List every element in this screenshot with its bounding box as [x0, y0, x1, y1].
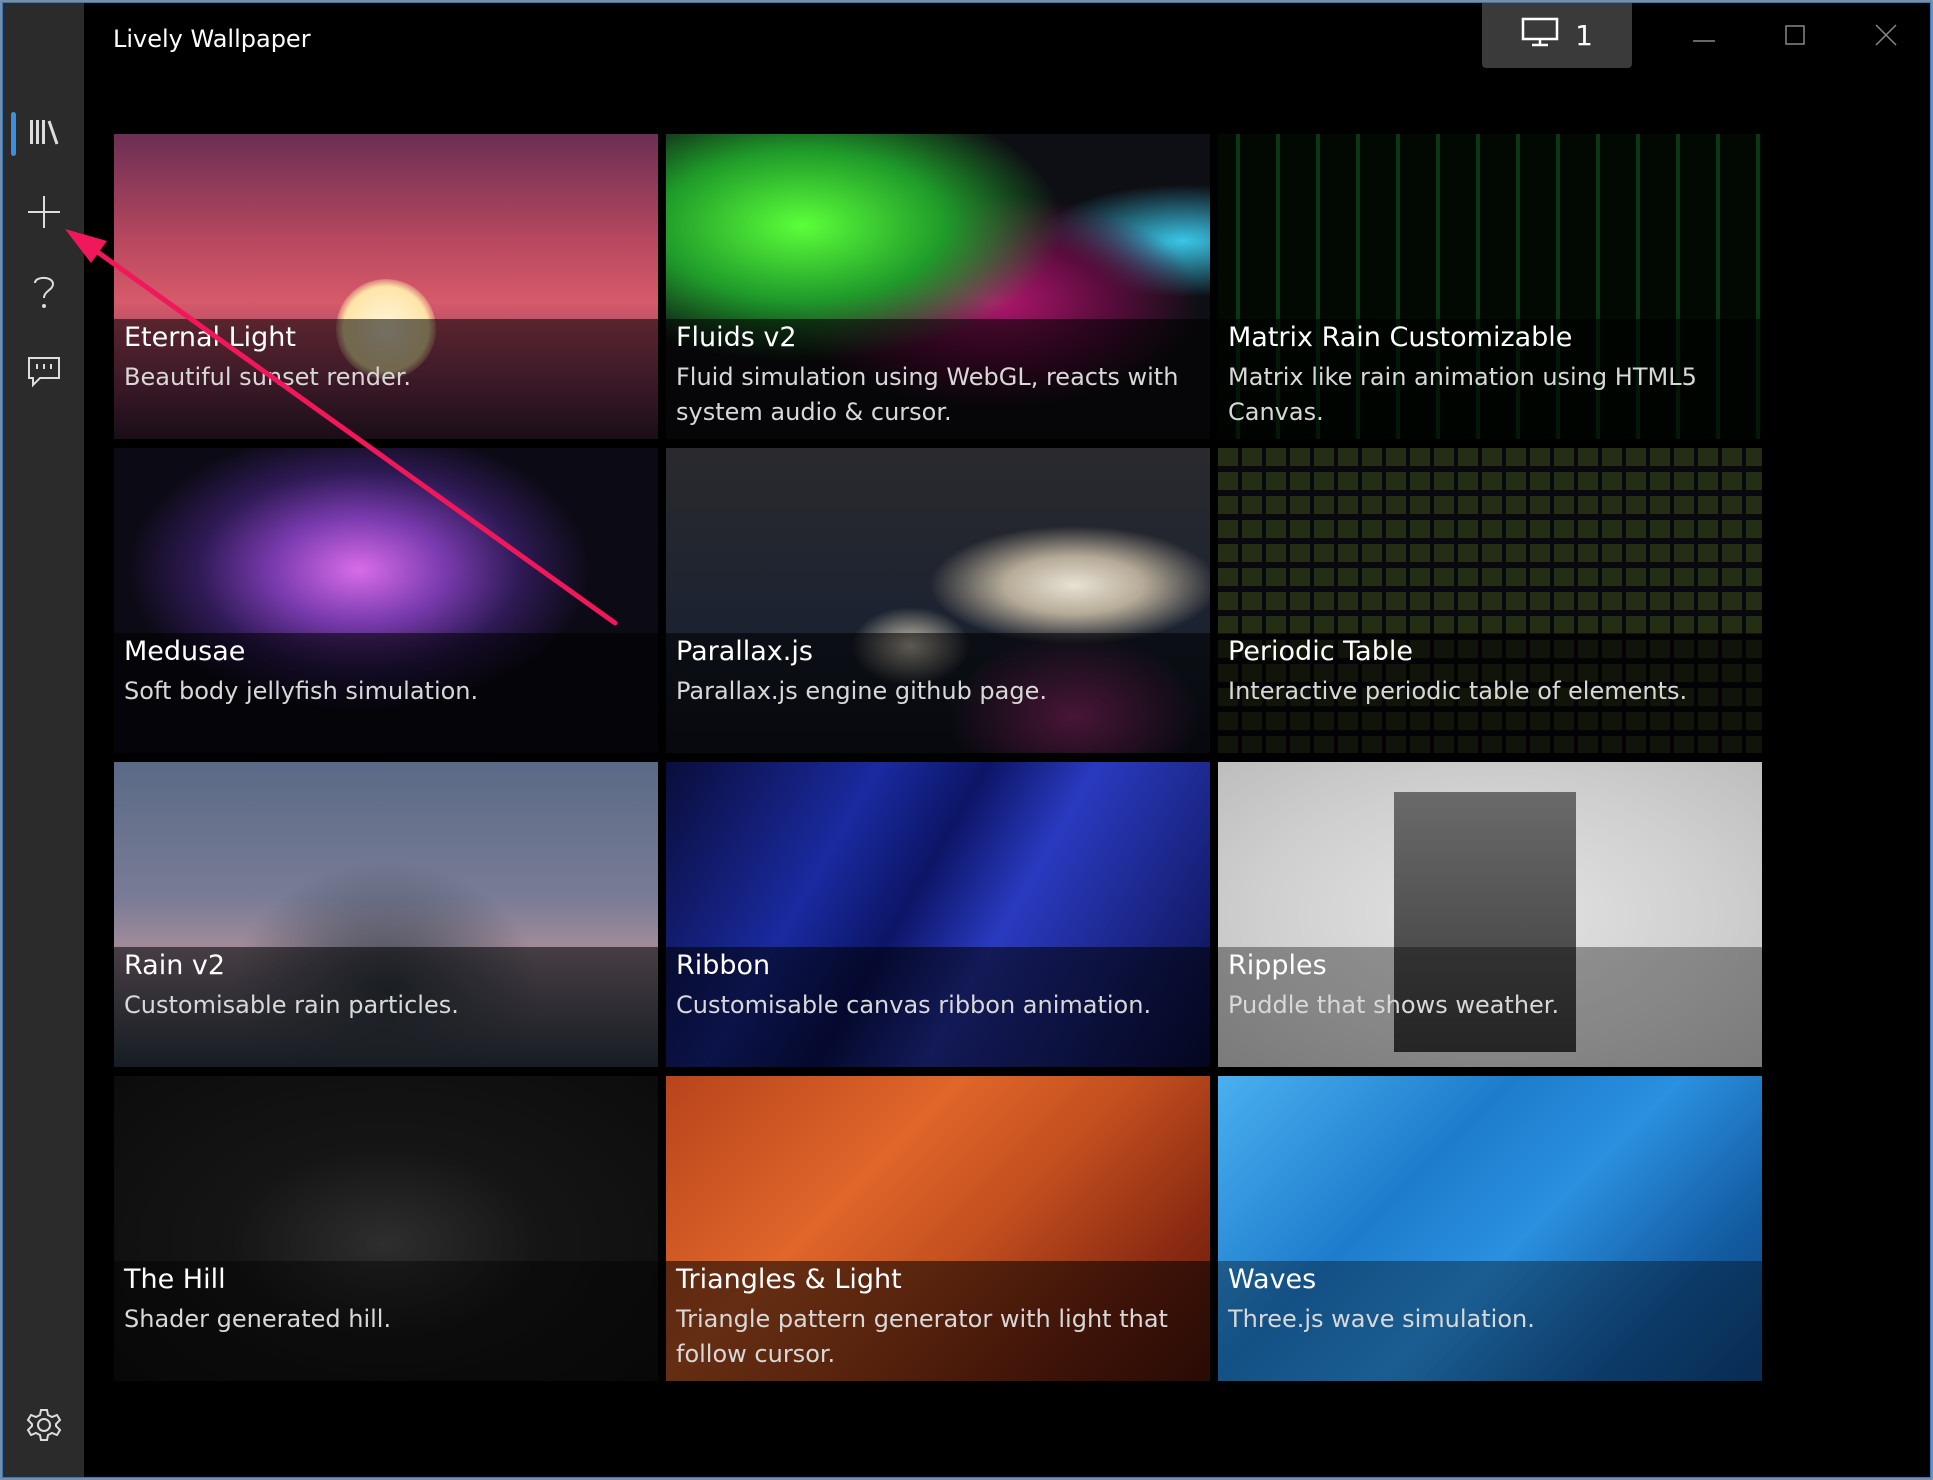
wallpaper-title: Matrix Rain Customizable — [1228, 322, 1573, 353]
monitor-number: 1 — [1575, 19, 1593, 52]
monitor-select-button[interactable]: 1 — [1482, 3, 1632, 68]
wallpaper-tile-eternal-light[interactable]: Eternal Light Beautiful sunset render. — [114, 134, 658, 439]
wallpaper-tile-waves[interactable]: Waves Three.js wave simulation. — [1218, 1076, 1762, 1381]
sidebar — [3, 3, 84, 1477]
wallpaper-description: Interactive periodic table of elements. — [1228, 677, 1688, 705]
wallpaper-tile-fluids-v2[interactable]: Fluids v2 Fluid simulation using WebGL, … — [666, 134, 1210, 439]
minimize-icon — [1693, 28, 1715, 47]
nav-add-button[interactable] — [3, 180, 84, 244]
library-icon — [28, 117, 60, 147]
monitor-icon — [1521, 17, 1559, 54]
wallpaper-tile-rain-v2[interactable]: Rain v2 Customisable rain particles. — [114, 762, 658, 1067]
wallpaper-description: Soft body jellyfish simulation. — [124, 677, 479, 705]
wallpaper-title: Eternal Light — [124, 322, 297, 353]
wallpaper-title: Ribbon — [676, 950, 771, 981]
nav-settings-button[interactable] — [3, 1393, 84, 1457]
wallpaper-title: Ripples — [1228, 950, 1327, 981]
nav-library-button[interactable] — [3, 100, 84, 164]
wallpaper-description: Triangle pattern generator with light th… — [676, 1305, 1168, 1368]
wallpaper-title: Parallax.js — [676, 636, 813, 667]
nav-feedback-button[interactable] — [3, 340, 84, 404]
wallpaper-title: Periodic Table — [1228, 636, 1413, 667]
wallpaper-title: The Hill — [124, 1264, 226, 1295]
wallpaper-description: Fluid simulation using WebGL, reacts wit… — [676, 363, 1179, 426]
plus-icon — [26, 194, 62, 230]
wallpaper-title: Fluids v2 — [676, 322, 797, 353]
wallpaper-description: Puddle that shows weather. — [1228, 991, 1560, 1019]
wallpaper-tile-medusae[interactable]: Medusae Soft body jellyfish simulation. — [114, 448, 658, 753]
close-icon — [1875, 24, 1897, 50]
gear-icon — [26, 1407, 62, 1443]
nav-help-button[interactable] — [3, 260, 84, 324]
wallpaper-tile-matrix-rain[interactable]: Matrix Rain Customizable Matrix like rai… — [1218, 134, 1762, 439]
wallpaper-tile-ripples[interactable]: Ripples Puddle that shows weather. — [1218, 762, 1762, 1067]
chat-icon — [26, 355, 62, 389]
app-title: Lively Wallpaper — [113, 25, 311, 53]
minimize-button[interactable] — [1658, 3, 1750, 71]
wallpaper-tile-ribbon[interactable]: Ribbon Customisable canvas ribbon animat… — [666, 762, 1210, 1067]
wallpaper-tile-the-hill[interactable]: The Hill Shader generated hill. — [114, 1076, 658, 1381]
question-icon — [32, 273, 56, 311]
wallpaper-description: Customisable canvas ribbon animation. — [676, 991, 1152, 1019]
wallpaper-description: Matrix like rain animation using HTML5 C… — [1228, 363, 1697, 426]
wallpaper-description: Beautiful sunset render. — [124, 363, 412, 391]
wallpaper-description: Shader generated hill. — [124, 1305, 392, 1333]
wallpaper-title: Medusae — [124, 636, 246, 667]
wallpaper-tile-triangles-light[interactable]: Triangles & Light Triangle pattern gener… — [666, 1076, 1210, 1381]
wallpaper-description: Customisable rain particles. — [124, 991, 459, 1019]
wallpaper-title: Waves — [1228, 1264, 1317, 1295]
wallpaper-description: Three.js wave simulation. — [1228, 1305, 1535, 1333]
wallpaper-description: Parallax.js engine github page. — [676, 677, 1048, 705]
wallpaper-tile-parallax[interactable]: Parallax.js Parallax.js engine github pa… — [666, 448, 1210, 753]
maximize-button[interactable] — [1749, 3, 1841, 71]
wallpaper-title: Rain v2 — [124, 950, 226, 981]
app-window: Lively Wallpaper 1 Eternal Light Beautif… — [2, 2, 1931, 1478]
wallpaper-tile-periodic-table[interactable]: Periodic Table Interactive periodic tabl… — [1218, 448, 1762, 753]
close-button[interactable] — [1840, 3, 1930, 71]
maximize-icon — [1785, 25, 1805, 49]
wallpaper-title: Triangles & Light — [676, 1264, 902, 1295]
